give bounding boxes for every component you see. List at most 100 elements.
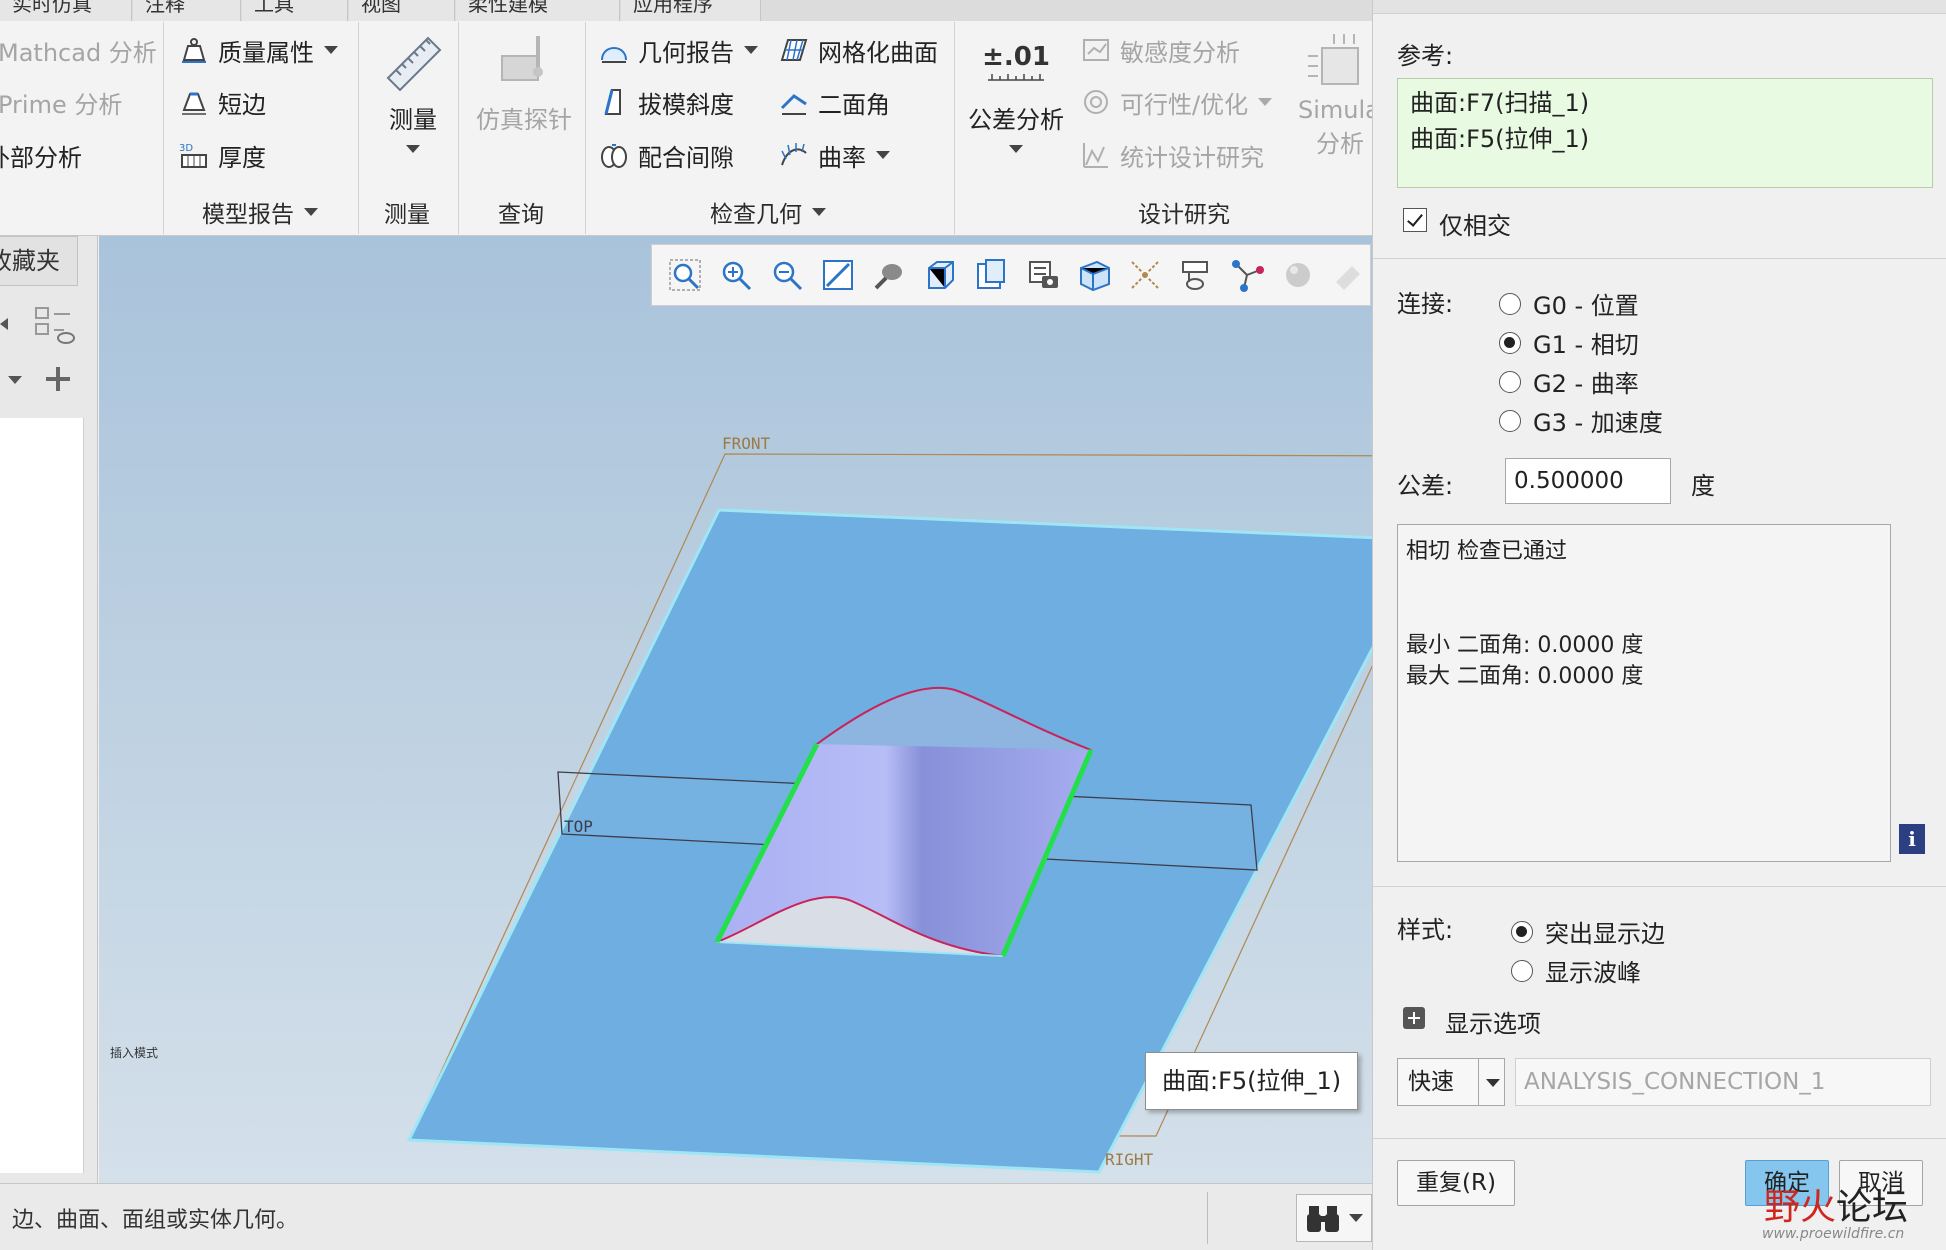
style-label: 样式: bbox=[1397, 916, 1454, 944]
mass-properties-icon bbox=[182, 38, 206, 63]
collapse-arrow-icon[interactable] bbox=[0, 318, 8, 330]
tab-live-simulation[interactable]: 实时仿真 bbox=[0, 0, 132, 21]
radio-g0[interactable] bbox=[1499, 292, 1521, 315]
group-label-inspect-geometry[interactable]: 检查几何 bbox=[710, 196, 826, 228]
surface-tooltip: 曲面:F5(拉伸_1) bbox=[1145, 1052, 1359, 1110]
simulation-probe-button[interactable]: 仿真探针 bbox=[470, 30, 578, 135]
intersect-only-checkbox[interactable] bbox=[1403, 208, 1427, 232]
feasibility-optimization-button[interactable]: 可行性/优化 bbox=[1080, 82, 1273, 122]
model-scene[interactable]: FRONT TOP RIGHT bbox=[99, 236, 1372, 1183]
datum-display-icon[interactable] bbox=[1124, 254, 1165, 296]
chevron-down-icon bbox=[1349, 1214, 1363, 1222]
chevron-down-icon[interactable] bbox=[1478, 1059, 1505, 1105]
draft-angle-icon bbox=[604, 89, 621, 115]
measure-button[interactable]: 测量 bbox=[374, 30, 452, 153]
tolerance-analysis-label: 公差分析 bbox=[968, 106, 1064, 134]
radio-g1[interactable] bbox=[1499, 331, 1521, 354]
clearance-label: 配合间隙 bbox=[638, 143, 734, 172]
intersect-only-label: 仅相交 bbox=[1439, 212, 1511, 240]
more-tools-icon[interactable] bbox=[1329, 254, 1370, 296]
mesh-surface-icon bbox=[780, 39, 808, 61]
favorites-tab[interactable]: 收藏夹 bbox=[0, 236, 78, 286]
perspective-view-icon[interactable] bbox=[1073, 254, 1114, 296]
thickness-button[interactable]: 3D 厚度 bbox=[178, 135, 266, 175]
radio-highlight-edges[interactable] bbox=[1511, 920, 1533, 943]
mathcad-analysis-button[interactable]: Mathcad 分析 bbox=[0, 30, 157, 70]
simulate-analysis-button[interactable]: Simula 分析 bbox=[1292, 30, 1372, 159]
model-tree-area[interactable] bbox=[0, 418, 84, 1173]
tree-filter-icon[interactable] bbox=[34, 306, 76, 346]
group-separator bbox=[163, 22, 164, 234]
analysis-name-field[interactable]: ANALYSIS_CONNECTION_1 bbox=[1515, 1058, 1931, 1106]
tab-tools[interactable]: 工具 bbox=[242, 0, 348, 21]
curvature-button[interactable]: 曲率 bbox=[778, 135, 890, 175]
zoom-out-icon[interactable] bbox=[766, 254, 807, 296]
display-style-icon[interactable] bbox=[920, 254, 961, 296]
repeat-button[interactable]: 重复(R) bbox=[1397, 1160, 1515, 1206]
statistical-design-study-button[interactable]: 统计设计研究 bbox=[1080, 135, 1264, 175]
clearance-button[interactable]: 配合间隙 bbox=[598, 135, 734, 175]
geometry-report-button[interactable]: 几何报告 bbox=[598, 30, 758, 70]
show-peaks-label: 显示波峰 bbox=[1545, 959, 1641, 987]
sensitivity-analysis-button[interactable]: 敏感度分析 bbox=[1080, 30, 1240, 70]
group-separator bbox=[585, 22, 586, 234]
chevron-down-icon[interactable] bbox=[324, 46, 338, 54]
mesh-surface-button[interactable]: 网格化曲面 bbox=[778, 30, 938, 70]
repaint-icon[interactable] bbox=[817, 254, 858, 296]
zoom-in-icon[interactable] bbox=[715, 254, 756, 296]
display-options-toggle[interactable]: 显示选项 bbox=[1445, 1004, 1541, 1039]
view-manager-icon[interactable] bbox=[1022, 254, 1063, 296]
highlight-edges-option[interactable]: 突出显示边 bbox=[1511, 914, 1665, 949]
info-icon[interactable]: i bbox=[1899, 824, 1925, 854]
quick-mode-select[interactable]: 快速 bbox=[1397, 1058, 1505, 1106]
appearance-icon[interactable] bbox=[1278, 254, 1319, 296]
group-label-query: 查询 bbox=[498, 202, 544, 228]
tolerance-input[interactable]: 0.500000 bbox=[1505, 458, 1671, 504]
chevron-down-icon[interactable] bbox=[876, 151, 890, 159]
shading-icon[interactable] bbox=[869, 254, 910, 296]
ribbon: 实时仿真 注释 工具 视图 柔性建模 应用程序 Mathcad 分析 Prime… bbox=[0, 0, 1372, 236]
external-analysis-button[interactable]: 外部分析 bbox=[0, 135, 82, 175]
connection-analysis-dialog: 参考: 曲面:F7(扫描_1) 曲面:F5(拉伸_1) 仅相交 连接: G0 -… bbox=[1372, 0, 1946, 1250]
tab-applications[interactable]: 应用程序 bbox=[621, 0, 761, 21]
draft-button[interactable]: 拔模斜度 bbox=[598, 82, 734, 122]
add-icon[interactable] bbox=[46, 367, 70, 391]
g3-acceleration-option[interactable]: G3 - 加速度 bbox=[1499, 403, 1663, 438]
annotation-display-icon[interactable] bbox=[1175, 254, 1216, 296]
find-button[interactable] bbox=[1296, 1194, 1372, 1242]
simulate-label-line2: 分析 bbox=[1316, 130, 1364, 158]
references-collector[interactable]: 曲面:F7(扫描_1) 曲面:F5(拉伸_1) bbox=[1397, 78, 1933, 188]
refit-icon[interactable] bbox=[664, 254, 705, 296]
radio-show-peaks[interactable] bbox=[1511, 959, 1533, 982]
tab-annotate[interactable]: 注释 bbox=[133, 0, 241, 21]
mass-properties-button[interactable]: 质量属性 bbox=[178, 30, 338, 70]
group-label-model-report[interactable]: 模型报告 bbox=[202, 196, 318, 228]
expand-icon[interactable] bbox=[1403, 1007, 1425, 1029]
reference-item[interactable]: 曲面:F7(扫描_1) bbox=[1410, 85, 1920, 121]
short-edge-button[interactable]: 短边 bbox=[178, 82, 266, 122]
tab-view[interactable]: 视图 bbox=[349, 0, 455, 21]
prime-analysis-button[interactable]: Prime 分析 bbox=[0, 82, 122, 122]
analysis-result-box[interactable]: 相切 检查已通过 最小 二面角: 0.0000 度 最大 二面角: 0.0000… bbox=[1397, 524, 1891, 862]
settings-dropdown-icon[interactable] bbox=[8, 376, 22, 384]
show-peaks-option[interactable]: 显示波峰 bbox=[1511, 953, 1641, 988]
curvature-icon bbox=[781, 143, 807, 166]
forum-watermark: 野火论坛 bbox=[1764, 1178, 1908, 1230]
watermark-red-text: 野火 bbox=[1764, 1187, 1837, 1228]
sensitivity-icon bbox=[1083, 39, 1109, 61]
dihedral-angle-button[interactable]: 二面角 bbox=[778, 82, 890, 122]
radio-g3[interactable] bbox=[1499, 409, 1521, 432]
chevron-down-icon[interactable] bbox=[744, 46, 758, 54]
saved-orientations-icon[interactable] bbox=[971, 254, 1012, 296]
graphics-viewport[interactable]: FRONT TOP RIGHT bbox=[99, 236, 1372, 1183]
spin-center-icon[interactable] bbox=[1227, 254, 1268, 296]
g0-position-option[interactable]: G0 - 位置 bbox=[1499, 286, 1639, 321]
mathcad-analysis-label: Mathcad 分析 bbox=[0, 38, 157, 67]
chevron-down-icon[interactable] bbox=[1258, 98, 1273, 106]
reference-item[interactable]: 曲面:F5(拉伸_1) bbox=[1410, 121, 1920, 157]
tolerance-analysis-button[interactable]: ±.01 公差分析 bbox=[966, 30, 1066, 153]
g2-curvature-option[interactable]: G2 - 曲率 bbox=[1499, 364, 1639, 399]
g1-tangent-option[interactable]: G1 - 相切 bbox=[1499, 325, 1639, 360]
tab-flexible-modeling[interactable]: 柔性建模 bbox=[456, 0, 620, 21]
radio-g2[interactable] bbox=[1499, 370, 1521, 393]
